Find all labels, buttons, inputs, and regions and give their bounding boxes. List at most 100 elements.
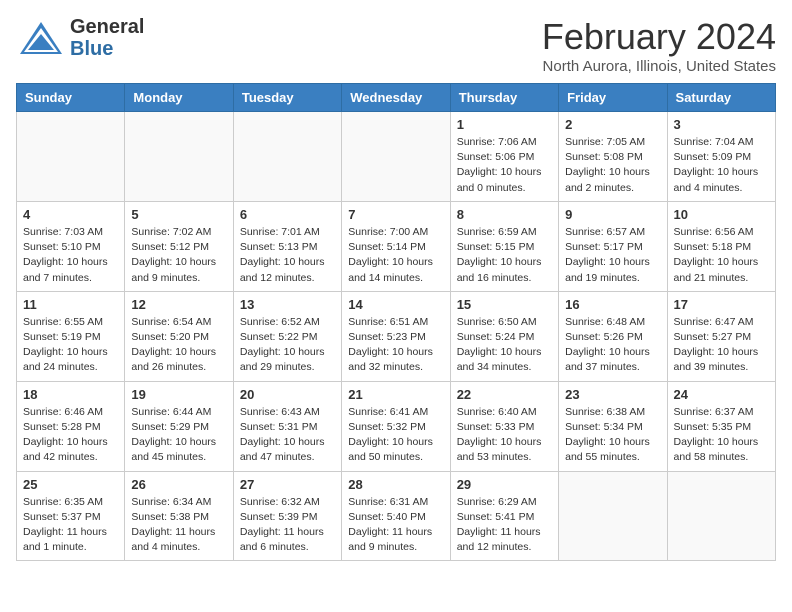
logo-blue: Blue <box>70 38 144 60</box>
calendar-cell: 16 Sunrise: 6:48 AM Sunset: 5:26 PM Dayli… <box>559 291 667 381</box>
day-number: 20 <box>240 387 335 402</box>
calendar-cell: 26 Sunrise: 6:34 AM Sunset: 5:38 PM Dayli… <box>125 471 233 561</box>
day-info: Sunrise: 7:00 AM Sunset: 5:14 PM Dayligh… <box>348 225 443 286</box>
day-number: 24 <box>674 387 769 402</box>
calendar-cell: 11 Sunrise: 6:55 AM Sunset: 5:19 PM Dayli… <box>17 291 125 381</box>
calendar-cell: 12 Sunrise: 6:54 AM Sunset: 5:20 PM Dayli… <box>125 291 233 381</box>
calendar-cell: 9 Sunrise: 6:57 AM Sunset: 5:17 PM Daylig… <box>559 201 667 291</box>
day-info: Sunrise: 6:50 AM Sunset: 5:24 PM Dayligh… <box>457 315 552 376</box>
calendar-cell: 20 Sunrise: 6:43 AM Sunset: 5:31 PM Dayli… <box>233 381 341 471</box>
day-number: 3 <box>674 117 769 132</box>
calendar-week-row: 18Sunrise: 6:46 AM Sunset: 5:28 PM Dayli… <box>17 381 776 471</box>
calendar-week-row: 4 Sunrise: 7:03 AM Sunset: 5:10 PM Daylig… <box>17 201 776 291</box>
day-info: Sunrise: 6:40 AM Sunset: 5:33 PM Dayligh… <box>457 405 552 466</box>
day-number: 11 <box>23 297 118 312</box>
calendar-cell: 27 Sunrise: 6:32 AM Sunset: 5:39 PM Dayli… <box>233 471 341 561</box>
day-number: 28 <box>348 477 443 492</box>
day-info: Sunrise: 6:54 AM Sunset: 5:20 PM Dayligh… <box>131 315 226 376</box>
logo: General Blue <box>16 16 144 60</box>
calendar-cell: 13 Sunrise: 6:52 AM Sunset: 5:22 PM Dayli… <box>233 291 341 381</box>
calendar-cell <box>342 112 450 202</box>
calendar-cell: 2 Sunrise: 7:05 AM Sunset: 5:08 PM Daylig… <box>559 112 667 202</box>
calendar-cell: 1Sunrise: 7:06 AM Sunset: 5:06 PM Daylig… <box>450 112 558 202</box>
day-info: Sunrise: 7:04 AM Sunset: 5:09 PM Dayligh… <box>674 135 769 196</box>
day-info: Sunrise: 6:34 AM Sunset: 5:38 PM Dayligh… <box>131 495 226 556</box>
calendar-cell: 8 Sunrise: 6:59 AM Sunset: 5:15 PM Daylig… <box>450 201 558 291</box>
calendar-week-row: 25Sunrise: 6:35 AM Sunset: 5:37 PM Dayli… <box>17 471 776 561</box>
day-info: Sunrise: 7:03 AM Sunset: 5:10 PM Dayligh… <box>23 225 118 286</box>
day-info: Sunrise: 6:44 AM Sunset: 5:29 PM Dayligh… <box>131 405 226 466</box>
day-number: 18 <box>23 387 118 402</box>
day-info: Sunrise: 6:59 AM Sunset: 5:15 PM Dayligh… <box>457 225 552 286</box>
calendar-week-row: 11 Sunrise: 6:55 AM Sunset: 5:19 PM Dayli… <box>17 291 776 381</box>
location: North Aurora, Illinois, United States <box>542 58 776 75</box>
calendar-cell: 6Sunrise: 7:01 AM Sunset: 5:13 PM Daylig… <box>233 201 341 291</box>
day-number: 5 <box>131 207 226 222</box>
day-info: Sunrise: 6:38 AM Sunset: 5:34 PM Dayligh… <box>565 405 660 466</box>
day-info: Sunrise: 6:32 AM Sunset: 5:39 PM Dayligh… <box>240 495 335 556</box>
day-info: Sunrise: 6:47 AM Sunset: 5:27 PM Dayligh… <box>674 315 769 376</box>
day-number: 19 <box>131 387 226 402</box>
calendar-cell: 22 Sunrise: 6:40 AM Sunset: 5:33 PM Dayli… <box>450 381 558 471</box>
day-number: 14 <box>348 297 443 312</box>
day-info: Sunrise: 6:55 AM Sunset: 5:19 PM Dayligh… <box>23 315 118 376</box>
day-info: Sunrise: 6:52 AM Sunset: 5:22 PM Dayligh… <box>240 315 335 376</box>
page-header: General Blue February 2024 North Aurora,… <box>16 16 776 75</box>
calendar-cell: 19 Sunrise: 6:44 AM Sunset: 5:29 PM Dayli… <box>125 381 233 471</box>
day-info: Sunrise: 7:01 AM Sunset: 5:13 PM Dayligh… <box>240 225 335 286</box>
day-info: Sunrise: 7:05 AM Sunset: 5:08 PM Dayligh… <box>565 135 660 196</box>
title-block: February 2024 North Aurora, Illinois, Un… <box>542 16 776 75</box>
day-number: 1 <box>457 117 552 132</box>
weekday-header: Saturday <box>667 84 775 112</box>
weekday-header: Friday <box>559 84 667 112</box>
day-number: 17 <box>674 297 769 312</box>
calendar-cell: 4 Sunrise: 7:03 AM Sunset: 5:10 PM Daylig… <box>17 201 125 291</box>
calendar-cell: 10 Sunrise: 6:56 AM Sunset: 5:18 PM Dayli… <box>667 201 775 291</box>
calendar-cell: 28 Sunrise: 6:31 AM Sunset: 5:40 PM Dayli… <box>342 471 450 561</box>
calendar-table: SundayMondayTuesdayWednesdayThursdayFrid… <box>16 83 776 561</box>
logo-icon <box>16 18 66 58</box>
day-info: Sunrise: 6:48 AM Sunset: 5:26 PM Dayligh… <box>565 315 660 376</box>
calendar-cell <box>125 112 233 202</box>
day-info: Sunrise: 6:29 AM Sunset: 5:41 PM Dayligh… <box>457 495 552 556</box>
day-info: Sunrise: 6:43 AM Sunset: 5:31 PM Dayligh… <box>240 405 335 466</box>
month-year: February 2024 <box>542 16 776 58</box>
day-number: 8 <box>457 207 552 222</box>
weekday-header: Monday <box>125 84 233 112</box>
day-number: 16 <box>565 297 660 312</box>
calendar-cell <box>667 471 775 561</box>
day-number: 10 <box>674 207 769 222</box>
day-info: Sunrise: 6:31 AM Sunset: 5:40 PM Dayligh… <box>348 495 443 556</box>
calendar-cell: 29Sunrise: 6:29 AM Sunset: 5:41 PM Dayli… <box>450 471 558 561</box>
day-info: Sunrise: 6:37 AM Sunset: 5:35 PM Dayligh… <box>674 405 769 466</box>
day-number: 22 <box>457 387 552 402</box>
day-info: Sunrise: 6:51 AM Sunset: 5:23 PM Dayligh… <box>348 315 443 376</box>
day-info: Sunrise: 7:02 AM Sunset: 5:12 PM Dayligh… <box>131 225 226 286</box>
calendar-cell <box>559 471 667 561</box>
day-number: 15 <box>457 297 552 312</box>
day-number: 26 <box>131 477 226 492</box>
day-number: 4 <box>23 207 118 222</box>
calendar-week-row: 1Sunrise: 7:06 AM Sunset: 5:06 PM Daylig… <box>17 112 776 202</box>
day-number: 12 <box>131 297 226 312</box>
calendar-cell <box>233 112 341 202</box>
day-number: 21 <box>348 387 443 402</box>
day-number: 2 <box>565 117 660 132</box>
calendar-cell: 17 Sunrise: 6:47 AM Sunset: 5:27 PM Dayli… <box>667 291 775 381</box>
weekday-header: Sunday <box>17 84 125 112</box>
day-number: 9 <box>565 207 660 222</box>
day-info: Sunrise: 6:56 AM Sunset: 5:18 PM Dayligh… <box>674 225 769 286</box>
weekday-header: Thursday <box>450 84 558 112</box>
day-number: 27 <box>240 477 335 492</box>
calendar-cell: 18Sunrise: 6:46 AM Sunset: 5:28 PM Dayli… <box>17 381 125 471</box>
day-info: Sunrise: 6:41 AM Sunset: 5:32 PM Dayligh… <box>348 405 443 466</box>
day-number: 13 <box>240 297 335 312</box>
calendar-cell: 14 Sunrise: 6:51 AM Sunset: 5:23 PM Dayli… <box>342 291 450 381</box>
calendar-cell: 3 Sunrise: 7:04 AM Sunset: 5:09 PM Daylig… <box>667 112 775 202</box>
day-info: Sunrise: 6:57 AM Sunset: 5:17 PM Dayligh… <box>565 225 660 286</box>
calendar-cell: 15 Sunrise: 6:50 AM Sunset: 5:24 PM Dayli… <box>450 291 558 381</box>
calendar-cell: 23 Sunrise: 6:38 AM Sunset: 5:34 PM Dayli… <box>559 381 667 471</box>
weekday-header: Wednesday <box>342 84 450 112</box>
day-number: 23 <box>565 387 660 402</box>
calendar-cell: 24 Sunrise: 6:37 AM Sunset: 5:35 PM Dayli… <box>667 381 775 471</box>
